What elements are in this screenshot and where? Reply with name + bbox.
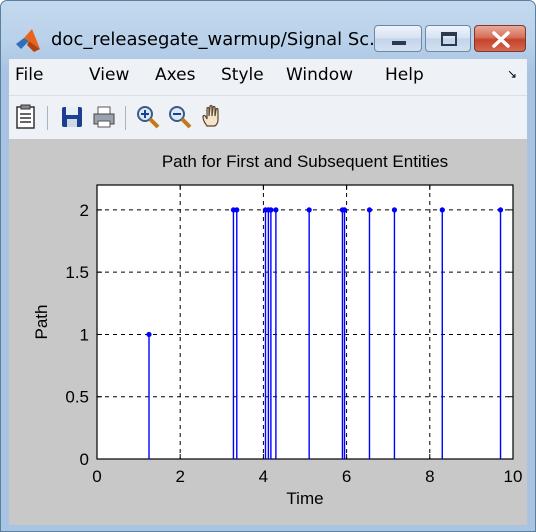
plot-area <box>97 185 513 459</box>
matlab-logo-icon <box>16 29 40 52</box>
properties-icon[interactable] <box>13 104 39 130</box>
close-icon <box>492 31 510 48</box>
toolbar-separator <box>125 106 126 130</box>
y-tick-label: 1 <box>80 325 89 344</box>
figure-area: 0 2 4 6 8 10 0 0.5 1 1.5 2 Path for First and Subse… <box>9 139 527 525</box>
toolbar <box>9 95 527 140</box>
maximize-button[interactable] <box>425 25 471 52</box>
zoom-in-icon[interactable] <box>135 104 161 130</box>
data-point <box>497 207 504 213</box>
data-point <box>234 207 240 213</box>
menu-style[interactable]: Style <box>221 65 264 85</box>
x-axis-label: Time <box>286 489 323 508</box>
data-point <box>146 331 152 338</box>
menu-file[interactable]: File <box>15 65 43 85</box>
chart-title: Path for First and Subsequent Entities <box>162 152 448 171</box>
signal-plot[interactable]: 0 2 4 6 8 10 0 0.5 1 1.5 2 Path for First and Subse… <box>9 139 527 525</box>
title-bar[interactable]: doc_releasegate_warmup/Signal Sc... <box>1 1 535 61</box>
data-point <box>306 207 312 213</box>
window-title: doc_releasegate_warmup/Signal Sc... <box>51 29 387 50</box>
x-tick-label: 4 <box>259 467 268 486</box>
data-point <box>341 207 348 213</box>
data-point <box>391 207 398 213</box>
x-tick-label: 0 <box>92 467 101 486</box>
maximize-icon <box>441 32 457 46</box>
minimize-button[interactable] <box>374 25 422 52</box>
menu-view[interactable]: View <box>89 65 129 85</box>
scope-window: doc_releasegate_warmup/Signal Sc... File… <box>0 0 536 532</box>
close-button[interactable] <box>474 25 526 52</box>
print-icon[interactable] <box>91 104 117 130</box>
y-tick-label: 0.5 <box>65 388 89 407</box>
x-tick-label: 6 <box>342 467 351 486</box>
minimize-icon <box>392 41 406 45</box>
menu-dock-arrow-icon[interactable]: ↘ <box>507 67 517 81</box>
data-point <box>366 207 373 213</box>
data-point <box>268 207 274 213</box>
data-point <box>273 207 279 213</box>
menu-window[interactable]: Window <box>286 65 353 85</box>
x-tick-label: 8 <box>425 467 434 486</box>
data-point <box>439 207 445 213</box>
y-tick-label: 0 <box>80 450 89 469</box>
menu-axes[interactable]: Axes <box>155 65 195 85</box>
x-tick-label: 2 <box>175 467 184 486</box>
y-tick-label: 1.5 <box>65 263 89 282</box>
toolbar-separator <box>47 106 48 130</box>
x-tick-label: 10 <box>504 467 523 486</box>
menu-bar: File View Axes Style Window Help ↘ <box>9 59 527 95</box>
menu-help[interactable]: Help <box>385 65 424 85</box>
pan-hand-icon[interactable] <box>199 104 225 130</box>
save-icon[interactable] <box>59 104 85 130</box>
y-axis-label: Path <box>32 305 51 340</box>
y-tick-label: 2 <box>80 201 89 220</box>
zoom-out-icon[interactable] <box>167 104 193 130</box>
